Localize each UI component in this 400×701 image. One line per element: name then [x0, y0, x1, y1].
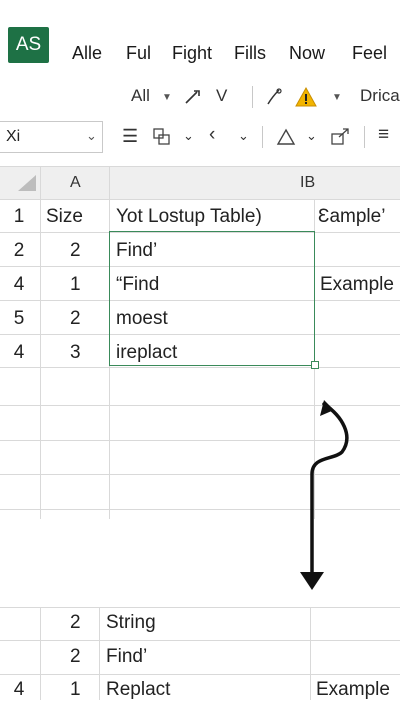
merge-cells-icon[interactable]: [152, 127, 172, 147]
column-header-b[interactable]: IB: [300, 174, 315, 192]
menu-item[interactable]: Alle: [72, 43, 102, 64]
cell[interactable]: 2: [70, 240, 81, 262]
cell[interactable]: 2: [70, 646, 81, 668]
grid-line: [0, 199, 400, 200]
pen-icon[interactable]: [265, 87, 283, 107]
grid-line: [0, 367, 400, 368]
chevron-down-icon[interactable]: ▼: [332, 92, 342, 103]
row-header[interactable]: 1: [0, 206, 38, 228]
row-header[interactable]: 5: [0, 308, 38, 330]
toolbar-divider: [364, 126, 365, 148]
grid-line: [99, 607, 100, 700]
fill-handle[interactable]: [311, 361, 319, 369]
app-badge[interactable]: AS: [8, 27, 49, 63]
align-icon[interactable]: ☰: [122, 126, 138, 147]
column-header-a[interactable]: A: [70, 174, 81, 192]
chevron-down-icon[interactable]: ▼: [162, 92, 172, 103]
cell[interactable]: Size: [46, 206, 83, 228]
name-box-value: Xi: [6, 128, 21, 145]
chevron-down-icon[interactable]: ⌄: [238, 128, 249, 144]
cell[interactable]: Example: [316, 679, 390, 701]
cell[interactable]: 2: [70, 612, 81, 634]
menu-icon[interactable]: ≡: [378, 124, 389, 146]
cell[interactable]: 2: [70, 308, 81, 330]
chevron-down-icon[interactable]: ⌄: [306, 128, 317, 144]
grid-line: [0, 607, 400, 608]
italic-button[interactable]: V: [216, 86, 227, 106]
column-header-bar: [0, 167, 400, 199]
font-name-dropdown[interactable]: Drica: [360, 86, 400, 106]
cell[interactable]: 3: [70, 342, 81, 364]
triangle-icon[interactable]: [276, 128, 296, 146]
chevron-down-icon[interactable]: ⌄: [86, 128, 97, 144]
cell[interactable]: 1: [70, 679, 81, 701]
drag-arrow-icon: [300, 400, 349, 590]
cell[interactable]: String: [106, 612, 156, 634]
grid-line: [40, 607, 41, 700]
row-header[interactable]: 4: [0, 342, 38, 364]
grid-line: [40, 167, 41, 519]
select-all-icon[interactable]: [14, 173, 38, 193]
warning-icon[interactable]: [294, 86, 318, 108]
menu-item[interactable]: Fight: [172, 43, 212, 64]
menu-item[interactable]: Fills: [234, 43, 266, 64]
cell[interactable]: Example: [320, 274, 394, 296]
cell[interactable]: Ɛample’: [318, 206, 385, 228]
grid-line: [310, 607, 311, 700]
cell[interactable]: Replact: [106, 679, 170, 701]
grid-line: [0, 640, 400, 641]
menu-item[interactable]: Ful: [126, 43, 151, 64]
row-header[interactable]: 4: [0, 274, 38, 296]
menu-item[interactable]: Feel: [352, 43, 387, 64]
chevron-down-icon[interactable]: ⌄: [183, 128, 194, 144]
toolbar-divider: [262, 126, 263, 148]
share-icon[interactable]: [330, 126, 352, 146]
selection-range[interactable]: [109, 231, 315, 366]
row-header[interactable]: 4: [0, 679, 38, 701]
grid-line: [0, 674, 400, 675]
cell[interactable]: Yot Lostup Table): [116, 206, 262, 228]
toolbar-divider: [252, 86, 253, 108]
format-painter-icon[interactable]: [183, 88, 203, 106]
menu-item[interactable]: Now: [289, 43, 325, 64]
grid-line: [0, 166, 400, 167]
chevron-left-icon[interactable]: ‹: [209, 124, 215, 146]
cell[interactable]: 1: [70, 274, 81, 296]
font-size-dropdown[interactable]: All: [131, 86, 150, 106]
cell[interactable]: Find’: [106, 646, 147, 668]
row-header[interactable]: 2: [0, 240, 38, 262]
